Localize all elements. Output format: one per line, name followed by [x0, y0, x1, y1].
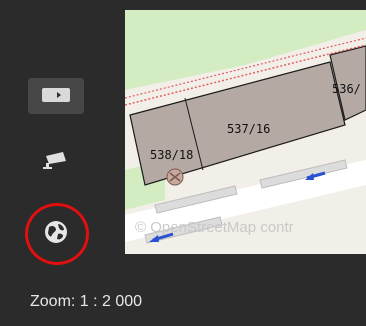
camera-icon — [43, 150, 69, 174]
parcel-label: 536/ — [332, 82, 361, 96]
parcel-label: 537/16 — [227, 122, 270, 136]
map-attribution[interactable]: © OpenStreetMap contr — [135, 219, 294, 236]
layer-toggle-button[interactable] — [28, 78, 84, 114]
zoom-level: Zoom: 1 : 2 000 — [30, 293, 143, 310]
camera-button[interactable] — [28, 144, 84, 180]
map-view[interactable]: 538/18 537/16 536/ © OpenStreetMap contr — [125, 10, 366, 254]
parcel-label: 538/18 — [150, 148, 193, 162]
globe-button[interactable] — [28, 216, 84, 252]
globe-icon — [44, 220, 68, 248]
label-arrow-icon — [42, 87, 70, 106]
map-toolbar — [0, 0, 125, 326]
status-bar: Zoom: 1 : 2 000 — [0, 282, 366, 326]
